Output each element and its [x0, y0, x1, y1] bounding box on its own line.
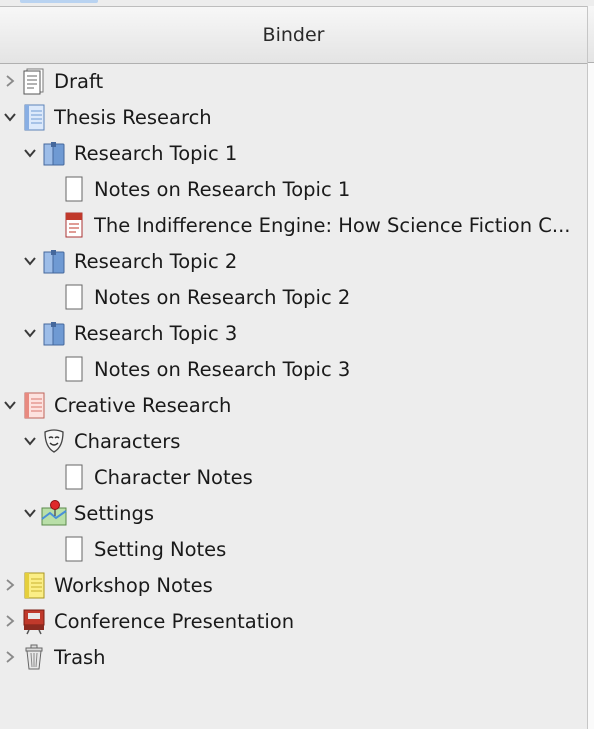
binder-item-notes-topic-1[interactable]: Notes on Research Topic 1 — [0, 171, 587, 207]
binder-item-label: Setting Notes — [94, 537, 227, 561]
binder-item-label: Notes on Research Topic 2 — [94, 285, 351, 309]
binder-item-character-notes[interactable]: Character Notes — [0, 459, 587, 495]
chevron-down-icon[interactable] — [20, 135, 40, 171]
blank-page-icon — [60, 282, 88, 312]
chevron-down-icon[interactable] — [20, 315, 40, 351]
blue-notebook-icon — [20, 102, 48, 132]
chevron-down-icon[interactable] — [0, 387, 20, 423]
binder-header[interactable]: Binder — [0, 6, 587, 64]
blank-page-icon — [60, 534, 88, 564]
binder-item-label: Research Topic 1 — [74, 141, 238, 165]
binder-item-label: Characters — [74, 429, 181, 453]
binder-item-settings[interactable]: Settings — [0, 495, 587, 531]
blue-folder-icon — [40, 138, 68, 168]
chevron-right-icon[interactable] — [0, 567, 20, 603]
binder-item-notes-topic-3[interactable]: Notes on Research Topic 3 — [0, 351, 587, 387]
theater-mask-icon — [40, 426, 68, 456]
chevron-placeholder — [40, 207, 60, 243]
binder-item-conference-presentation[interactable]: Conference Presentation — [0, 603, 587, 639]
binder-item-creative-research[interactable]: Creative Research — [0, 387, 587, 423]
binder-item-label: Workshop Notes — [54, 573, 213, 597]
chevron-placeholder — [40, 531, 60, 567]
chevron-down-icon[interactable] — [20, 423, 40, 459]
binder-item-research-topic-1[interactable]: Research Topic 1 — [0, 135, 587, 171]
panel-splitter[interactable] — [587, 6, 594, 729]
chevron-right-icon[interactable] — [0, 639, 20, 675]
binder-item-notes-topic-2[interactable]: Notes on Research Topic 2 — [0, 279, 587, 315]
selected-tab-indicator[interactable] — [20, 0, 98, 3]
blue-folder-icon — [40, 246, 68, 276]
blank-page-icon — [60, 174, 88, 204]
binder-item-pdf-document[interactable]: The Indifference Engine: How Science Fic… — [0, 207, 587, 243]
blue-folder-icon — [40, 318, 68, 348]
chevron-down-icon[interactable] — [0, 99, 20, 135]
binder-item-setting-notes[interactable]: Setting Notes — [0, 531, 587, 567]
binder-item-label: Creative Research — [54, 393, 232, 417]
binder-item-thesis-research[interactable]: Thesis Research — [0, 99, 587, 135]
binder-item-workshop-notes[interactable]: Workshop Notes — [0, 567, 587, 603]
draft-document-icon — [20, 66, 48, 96]
chevron-placeholder — [40, 351, 60, 387]
blank-page-icon — [60, 354, 88, 384]
trash-can-icon — [20, 642, 48, 672]
binder-item-draft[interactable]: Draft — [0, 63, 587, 99]
binder-item-research-topic-3[interactable]: Research Topic 3 — [0, 315, 587, 351]
binder-item-trash[interactable]: Trash — [0, 639, 587, 675]
chevron-placeholder — [40, 171, 60, 207]
binder-item-label: Research Topic 2 — [74, 249, 238, 273]
pdf-document-icon — [60, 210, 88, 240]
chevron-right-icon[interactable] — [0, 603, 20, 639]
binder-item-label: Thesis Research — [54, 105, 212, 129]
binder-item-label: Research Topic 3 — [74, 321, 238, 345]
presentation-board-icon — [20, 606, 48, 636]
red-notebook-icon — [20, 390, 48, 420]
chevron-down-icon[interactable] — [20, 243, 40, 279]
binder-title: Binder — [262, 24, 325, 46]
binder-item-label: The Indifference Engine: How Science Fic… — [94, 213, 571, 237]
chevron-placeholder — [40, 459, 60, 495]
yellow-notepad-icon — [20, 570, 48, 600]
binder-item-label: Draft — [54, 69, 104, 93]
map-pin-icon — [40, 498, 68, 528]
chevron-down-icon[interactable] — [20, 495, 40, 531]
binder-item-label: Conference Presentation — [54, 609, 295, 633]
binder-item-label: Notes on Research Topic 1 — [94, 177, 351, 201]
binder-item-label: Settings — [74, 501, 154, 525]
blank-page-icon — [60, 462, 88, 492]
chevron-right-icon[interactable] — [0, 63, 20, 99]
binder-item-research-topic-2[interactable]: Research Topic 2 — [0, 243, 587, 279]
chevron-placeholder — [40, 279, 60, 315]
binder-item-label: Notes on Research Topic 3 — [94, 357, 351, 381]
binder-item-characters[interactable]: Characters — [0, 423, 587, 459]
binder-item-label: Character Notes — [94, 465, 253, 489]
binder-item-label: Trash — [54, 645, 106, 669]
